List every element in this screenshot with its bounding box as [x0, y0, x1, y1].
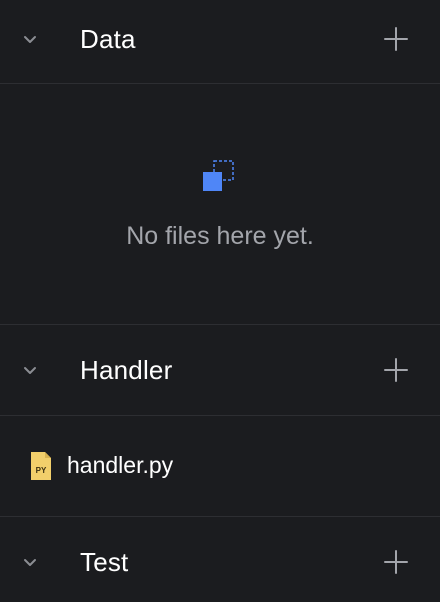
chevron-down-icon[interactable]: [21, 361, 39, 379]
file-item-handler-py[interactable]: PY handler.py: [0, 416, 440, 516]
section-header-data[interactable]: Data: [0, 0, 440, 83]
chevron-down-icon[interactable]: [21, 30, 39, 48]
add-data-button[interactable]: [383, 26, 409, 52]
section-title-data: Data: [80, 24, 136, 54]
empty-message: No files here yet.: [126, 222, 314, 250]
chevron-down-icon[interactable]: [21, 553, 39, 571]
plus-icon: [384, 27, 408, 51]
add-test-button[interactable]: [383, 549, 409, 575]
section-title-handler: Handler: [80, 355, 173, 385]
section-header-test[interactable]: Test: [0, 517, 440, 602]
plus-icon: [384, 358, 408, 382]
svg-text:PY: PY: [36, 466, 47, 475]
empty-files-icon: [202, 160, 236, 194]
add-handler-button[interactable]: [383, 357, 409, 383]
python-file-icon: PY: [30, 451, 52, 481]
data-empty-state: No files here yet.: [0, 84, 440, 324]
plus-icon: [384, 550, 408, 574]
file-name: handler.py: [67, 452, 174, 478]
section-header-handler[interactable]: Handler: [0, 325, 440, 415]
section-title-test: Test: [80, 547, 129, 577]
